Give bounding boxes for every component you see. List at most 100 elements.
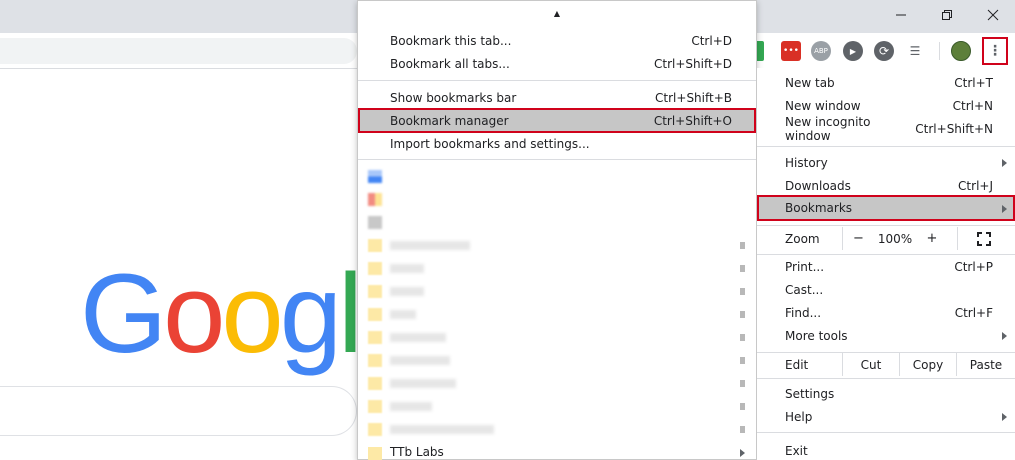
logo-letter: o <box>163 251 225 376</box>
menu-item-label: Help <box>785 409 813 424</box>
menu-item-shortcut: Ctrl+J <box>958 178 993 193</box>
menu-item-label: Exit <box>785 443 808 458</box>
folder-icon <box>368 354 382 367</box>
cut-label: Cut <box>860 357 882 372</box>
submenu-arrow-icon <box>740 403 745 410</box>
menu-item-help[interactable]: Help <box>757 405 1015 428</box>
address-bar[interactable] <box>0 38 357 64</box>
menu-item-label: Settings <box>785 386 835 401</box>
bookmark-folder[interactable] <box>358 257 756 280</box>
bookmark-favicon-icon <box>368 216 382 229</box>
blurred-label <box>390 287 424 296</box>
menu-item-shortcut: Ctrl+F <box>954 305 993 320</box>
menu-item-label: New window <box>785 98 861 113</box>
extension-red-icon[interactable]: ••• <box>781 41 801 61</box>
folder-icon <box>368 285 382 298</box>
scroll-up-icon[interactable]: ▲ <box>358 9 756 18</box>
submenu-arrow-icon <box>1002 159 1007 167</box>
import-bookmarks-item[interactable]: Import bookmarks and settings... <box>358 132 756 155</box>
restore-button[interactable] <box>924 0 970 30</box>
bookmarks-submenu: ▲ Bookmark this tab... Ctrl+D Bookmark a… <box>357 0 757 460</box>
bookmark-folder[interactable] <box>358 372 756 395</box>
bookmark-item[interactable] <box>358 211 756 234</box>
zoom-minus-label: − <box>853 231 864 246</box>
bookmark-folder[interactable] <box>358 234 756 257</box>
menu-item-more-tools[interactable]: More tools <box>757 324 1015 347</box>
search-box[interactable] <box>0 386 357 436</box>
play-glyph: ▶ <box>849 46 857 56</box>
submenu-arrow-icon <box>740 311 745 318</box>
chrome-menu-button[interactable]: ⋮ <box>982 37 1008 65</box>
minimize-icon <box>896 14 906 16</box>
toolbar-divider <box>939 42 940 60</box>
equalizer-icon[interactable]: ☰ <box>905 41 925 61</box>
menu-item-history[interactable]: History <box>757 151 1015 174</box>
bookmark-item[interactable] <box>358 188 756 211</box>
show-bookmarks-bar-item[interactable]: Show bookmarks bar Ctrl+Shift+B <box>358 86 756 109</box>
play-icon[interactable]: ▶ <box>843 41 863 61</box>
bookmark-this-tab-label: Bookmark this tab... <box>390 33 512 48</box>
bookmark-all-tabs-item[interactable]: Bookmark all tabs... Ctrl+Shift+D <box>358 52 756 75</box>
folder-icon <box>368 400 382 413</box>
menu-item-bookmarks[interactable]: Bookmarks <box>757 195 1015 221</box>
equalizer-glyph: ☰ <box>909 44 921 58</box>
cut-button[interactable]: Cut <box>842 353 899 376</box>
blurred-label <box>390 379 456 388</box>
bookmark-folder[interactable] <box>358 395 756 418</box>
more-vert-icon: ⋮ <box>988 43 1002 59</box>
menu-item-label: More tools <box>785 328 848 343</box>
menu-item-print[interactable]: Print... Ctrl+P <box>757 255 1015 278</box>
menu-separator <box>757 225 1015 226</box>
close-window-button[interactable] <box>970 0 1015 30</box>
folder-icon <box>368 377 382 390</box>
copy-button[interactable]: Copy <box>899 353 956 376</box>
menu-item-exit[interactable]: Exit <box>757 439 1015 460</box>
minimize-button[interactable] <box>878 0 924 30</box>
bookmark-folder[interactable] <box>358 280 756 303</box>
zoom-level: 100% <box>877 231 913 246</box>
abp-label: ABP <box>814 47 828 55</box>
bookmark-folder-ttb-labs[interactable]: TTb Labs <box>358 441 756 460</box>
restore-icon <box>942 10 952 20</box>
menu-item-new-incognito[interactable]: New incognito window Ctrl+Shift+N <box>757 114 1015 143</box>
bookmark-folder[interactable] <box>358 303 756 326</box>
menu-item-downloads[interactable]: Downloads Ctrl+J <box>757 174 1015 197</box>
adblock-plus-icon[interactable]: ABP <box>811 41 831 61</box>
chrome-main-menu: New tab Ctrl+T New window Ctrl+N New inc… <box>757 68 1015 460</box>
menu-separator <box>757 432 1015 433</box>
fullscreen-icon <box>976 231 991 246</box>
submenu-arrow-icon <box>740 426 745 433</box>
zoom-out-button[interactable]: − <box>842 227 874 250</box>
menu-item-find[interactable]: Find... Ctrl+F <box>757 301 1015 324</box>
fullscreen-button[interactable] <box>957 227 1009 250</box>
logo-letter: o <box>221 251 283 376</box>
refresh-icon[interactable]: ⟳ <box>874 41 894 61</box>
bookmark-this-tab-item[interactable]: Bookmark this tab... Ctrl+D <box>358 29 756 52</box>
import-bookmarks-label: Import bookmarks and settings... <box>390 136 590 151</box>
submenu-arrow-icon <box>1002 332 1007 340</box>
menu-item-new-tab[interactable]: New tab Ctrl+T <box>757 71 1015 94</box>
zoom-in-button[interactable]: + <box>916 227 948 250</box>
blurred-label <box>390 356 450 365</box>
bookmark-item[interactable] <box>358 165 756 188</box>
bookmark-folder-label: TTb Labs <box>390 445 444 459</box>
menu-item-settings[interactable]: Settings <box>757 382 1015 405</box>
menu-item-label: Find... <box>785 305 822 320</box>
paste-label: Paste <box>969 357 1003 372</box>
profile-avatar[interactable] <box>951 41 971 61</box>
zoom-plus-label: + <box>926 231 938 246</box>
logo-letter: g <box>279 251 342 376</box>
bookmark-folder[interactable] <box>358 418 756 441</box>
bookmark-manager-item[interactable]: Bookmark manager Ctrl+Shift+O <box>358 108 756 133</box>
paste-button[interactable]: Paste <box>956 353 1015 376</box>
logo-letter: G <box>80 251 167 376</box>
menu-item-label: New incognito window <box>785 114 871 143</box>
folder-icon <box>368 262 382 275</box>
menu-item-label: Cast... <box>785 282 824 297</box>
menu-item-shortcut: Ctrl+N <box>952 98 993 113</box>
menu-item-cast[interactable]: Cast... <box>757 278 1015 301</box>
submenu-arrow-icon <box>740 288 745 295</box>
bookmark-folder[interactable] <box>358 326 756 349</box>
show-bookmarks-bar-label: Show bookmarks bar <box>390 90 517 105</box>
bookmark-folder[interactable] <box>358 349 756 372</box>
